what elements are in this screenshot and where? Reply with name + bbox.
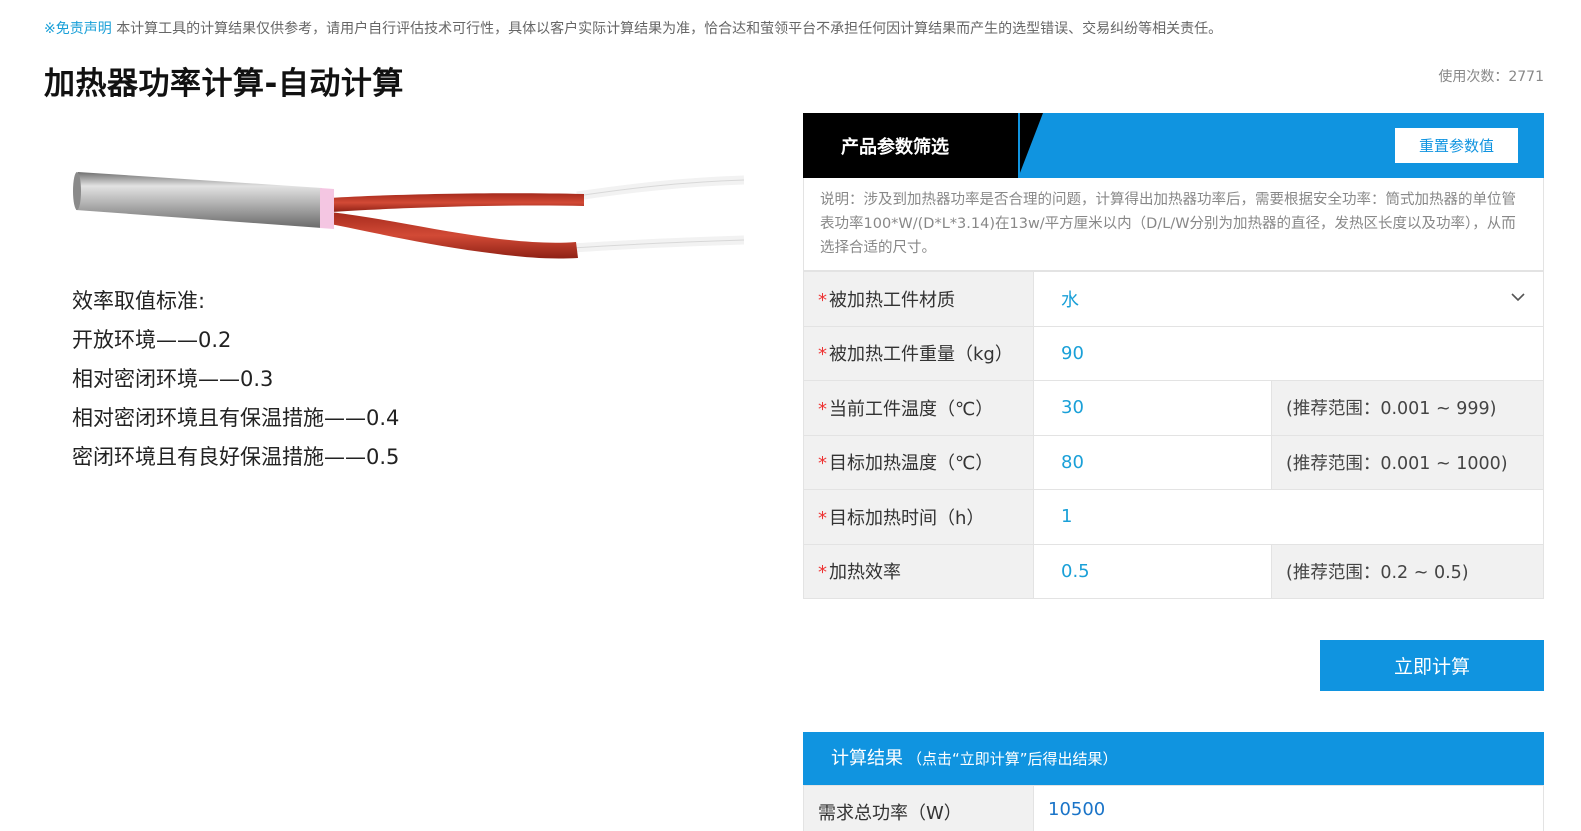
- field-label: * 目标加热温度（℃）: [803, 434, 1034, 490]
- efficiency-item: 相对密闭环境——0.3: [72, 367, 274, 391]
- result-panel: 计算结果 （点击“立即计算”后得出结果） 需求总功率（W） 10500: [803, 732, 1544, 831]
- weight-input[interactable]: 90: [1033, 325, 1544, 381]
- disclaimer-link[interactable]: ※免责声明: [44, 21, 112, 37]
- panel-tab-title: 产品参数筛选: [841, 137, 949, 158]
- page-title: 加热器功率计算-自动计算: [44, 66, 404, 102]
- disclaimer: ※免责声明 本计算工具的计算结果仅供参考，请用户自行评估技术可行性，具体以客户实…: [44, 18, 1222, 38]
- field-label-text: 目标加热温度（℃）: [829, 453, 994, 475]
- required-mark: *: [818, 398, 827, 420]
- required-mark: *: [818, 344, 827, 366]
- result-table: 需求总功率（W） 10500: [803, 785, 1544, 831]
- result-subtitle: （点击“立即计算”后得出结果）: [907, 750, 1118, 768]
- field-label-text: 目标加热时间（h）: [829, 507, 985, 529]
- panel-note: 说明：涉及到加热器功率是否合理的问题，计算得出加热器功率后，需要根据安全功率：筒…: [803, 178, 1544, 271]
- result-value: 10500: [1033, 785, 1544, 831]
- field-label: * 当前工件温度（℃）: [803, 380, 1034, 436]
- efficiency-item: 开放环境——0.2: [72, 328, 232, 352]
- field-label-text: 加热效率: [829, 562, 901, 584]
- result-row: 需求总功率（W） 10500: [803, 785, 1544, 831]
- form-row-efficiency: * 加热效率 0.5 (推荐范围：0.2 ~ 0.5): [803, 543, 1544, 599]
- form-row-material: * 被加热工件材质 水: [803, 271, 1544, 327]
- cartridge-heater-image: [73, 172, 744, 259]
- efficiency-item: 密闭环境且有良好保温措施——0.5: [72, 445, 400, 469]
- field-label-text: 被加热工件材质: [829, 289, 955, 311]
- required-mark: *: [818, 453, 827, 475]
- field-label: * 被加热工件重量（kg）: [803, 325, 1034, 381]
- result-title: 计算结果: [831, 748, 903, 769]
- form-row-target-temp: * 目标加热温度（℃） 80 (推荐范围：0.001 ~ 1000): [803, 434, 1544, 490]
- parameter-panel: 产品参数筛选 重置参数值 说明：涉及到加热器功率是否合理的问题，计算得出加热器功…: [803, 113, 1544, 599]
- efficiency-hint: (推荐范围：0.2 ~ 0.5): [1271, 543, 1544, 599]
- form-row-heating-time: * 目标加热时间（h） 1: [803, 489, 1544, 545]
- chevron-down-icon: [1511, 293, 1525, 302]
- current-temp-hint: (推荐范围：0.001 ~ 999): [1271, 380, 1544, 436]
- field-label: * 被加热工件材质: [803, 271, 1034, 327]
- form-row-weight: * 被加热工件重量（kg） 90: [803, 325, 1544, 381]
- panel-tab-edge: [1018, 113, 1020, 178]
- field-label: * 加热效率: [803, 543, 1034, 599]
- field-label: * 目标加热时间（h）: [803, 489, 1034, 545]
- heating-time-input[interactable]: 1: [1033, 489, 1544, 545]
- result-label: 需求总功率（W）: [803, 785, 1034, 831]
- efficiency-standards: 效率取值标准: 开放环境——0.2 相对密闭环境——0.3 相对密闭环境且有保温…: [72, 282, 399, 477]
- target-temp-input[interactable]: 80: [1033, 434, 1272, 490]
- required-mark: *: [818, 289, 827, 311]
- panel-header: 产品参数筛选 重置参数值: [803, 113, 1544, 178]
- field-label-text: 当前工件温度（℃）: [829, 398, 994, 420]
- reset-button[interactable]: 重置参数值: [1395, 128, 1518, 163]
- efficiency-input[interactable]: 0.5: [1033, 543, 1272, 599]
- field-label-text: 被加热工件重量（kg）: [829, 344, 1013, 366]
- usage-count: 使用次数：2771: [1438, 69, 1544, 85]
- calculate-button[interactable]: 立即计算: [1320, 640, 1544, 691]
- current-temp-input[interactable]: 30: [1033, 380, 1272, 436]
- required-mark: *: [818, 562, 827, 584]
- efficiency-heading: 效率取值标准:: [72, 289, 206, 313]
- material-select-value: 水: [1061, 289, 1079, 311]
- parameter-form: * 被加热工件材质 水 * 被加热工件重量（kg） 90 * 当前工件温度（℃） 30…: [803, 271, 1544, 599]
- result-header: 计算结果 （点击“立即计算”后得出结果）: [803, 732, 1544, 785]
- efficiency-item: 相对密闭环境且有保温措施——0.4: [72, 406, 400, 430]
- disclaimer-text: 本计算工具的计算结果仅供参考，请用户自行评估技术可行性，具体以客户实际计算结果为…: [116, 21, 1223, 37]
- required-mark: *: [818, 507, 827, 529]
- form-row-current-temp: * 当前工件温度（℃） 30 (推荐范围：0.001 ~ 999): [803, 380, 1544, 436]
- target-temp-hint: (推荐范围：0.001 ~ 1000): [1271, 434, 1544, 490]
- material-select[interactable]: 水: [1033, 271, 1544, 327]
